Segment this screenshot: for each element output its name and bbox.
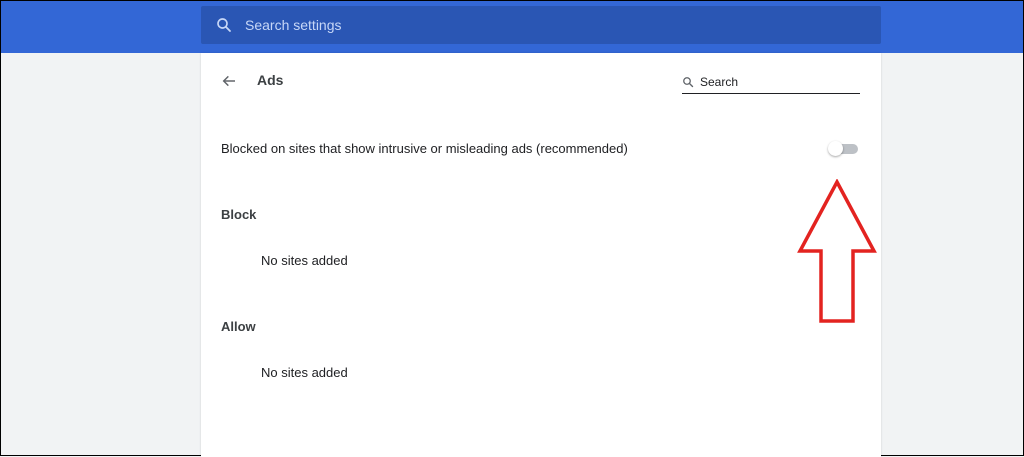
subpage-header: Ads	[201, 53, 881, 109]
search-settings-box[interactable]	[201, 6, 881, 44]
subpage-search[interactable]	[682, 71, 860, 94]
back-button[interactable]	[217, 69, 241, 93]
search-icon	[215, 16, 233, 34]
search-icon	[682, 76, 694, 88]
subpage-search-input[interactable]	[700, 75, 850, 89]
search-settings-input[interactable]	[245, 17, 845, 33]
block-section-title: Block	[221, 207, 257, 222]
ads-settings-card: Ads Blocked on sites that show intrusive…	[201, 53, 881, 457]
block-empty-text: No sites added	[261, 253, 348, 268]
arrow-back-icon	[222, 75, 235, 87]
ads-toggle[interactable]	[828, 141, 858, 156]
allow-empty-text: No sites added	[261, 365, 348, 380]
ads-setting-row: Blocked on sites that show intrusive or …	[201, 123, 881, 173]
allow-section-title: Allow	[221, 319, 256, 334]
settings-toolbar	[1, 1, 1023, 53]
ads-setting-label: Blocked on sites that show intrusive or …	[221, 141, 628, 156]
page-title: Ads	[257, 72, 284, 88]
toggle-knob	[828, 141, 843, 156]
